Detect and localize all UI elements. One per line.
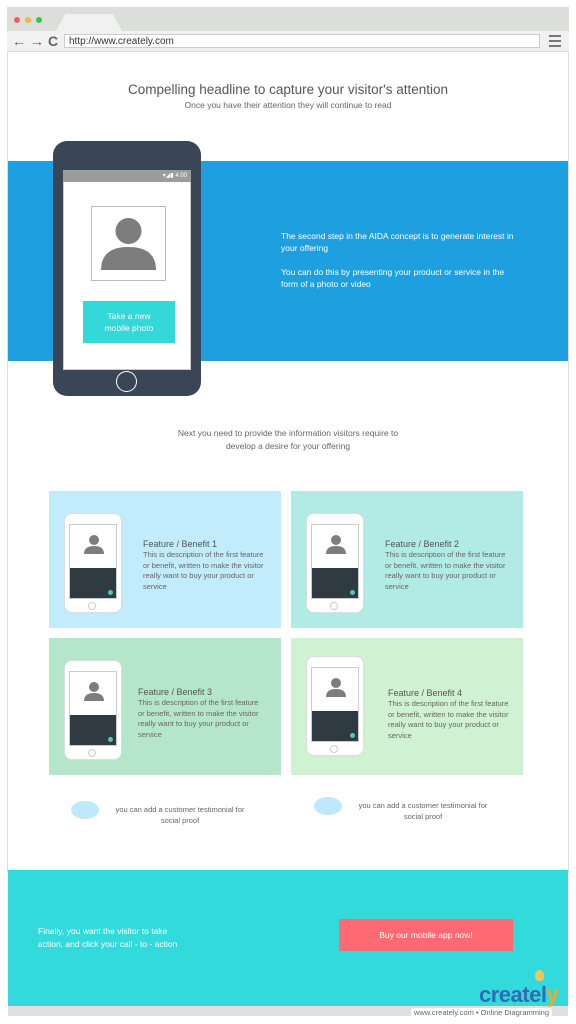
feature-text-2: Feature / Benefit 2 This is description … bbox=[385, 538, 510, 592]
keyboard-icon bbox=[312, 711, 358, 741]
mini-phone-home-button bbox=[330, 602, 338, 610]
feature-description: This is description of the first feature… bbox=[143, 550, 264, 591]
mini-phone-mockup bbox=[306, 513, 364, 613]
desire-line-1: Next you need to provide the information… bbox=[177, 428, 399, 438]
testimonial-1: you can add a customer testimonial for s… bbox=[100, 804, 260, 826]
minimize-window-dot[interactable] bbox=[25, 17, 31, 23]
logo-text-end: y bbox=[546, 982, 559, 1007]
user-avatar-icon bbox=[326, 535, 346, 554]
page-subheadline: Once you have their attention they will … bbox=[184, 100, 392, 110]
mini-phone-mockup bbox=[64, 660, 122, 760]
feature-title: Feature / Benefit 1 bbox=[143, 539, 218, 549]
feature-title: Feature / Benefit 2 bbox=[385, 539, 460, 549]
mini-phone-home-button bbox=[88, 749, 96, 757]
testimonial-2-line-1: you can add a customer testimonial for bbox=[358, 801, 488, 810]
feature-description: This is description of the first feature… bbox=[388, 699, 509, 740]
address-bar[interactable]: http://www.creately.com bbox=[64, 34, 540, 48]
feature-title: Feature / Benefit 3 bbox=[138, 687, 213, 697]
testimonial-1-line-1: you can add a customer testimonial for bbox=[115, 805, 245, 814]
take-photo-label-1: Take a new bbox=[107, 311, 151, 321]
back-arrow-icon[interactable]: ← bbox=[12, 32, 26, 50]
interest-text: The second step in the AIDA concept is t… bbox=[281, 230, 521, 302]
mini-phone-screen bbox=[69, 524, 117, 599]
photo-placeholder bbox=[91, 206, 166, 281]
buy-app-button[interactable]: Buy our mobile app now! bbox=[339, 919, 513, 951]
user-avatar-icon bbox=[326, 678, 346, 697]
keyboard-icon bbox=[312, 568, 358, 598]
keyboard-icon bbox=[70, 568, 116, 598]
mini-phone-mockup bbox=[64, 513, 122, 613]
action-text: Finally, you want the visitor to take ac… bbox=[38, 925, 177, 951]
feature-description: This is description of the first feature… bbox=[138, 698, 259, 739]
mini-phone-screen bbox=[69, 671, 117, 746]
speech-bubble-icon bbox=[314, 797, 342, 815]
testimonial-2-line-2: social proof bbox=[403, 812, 443, 821]
hamburger-menu-icon[interactable] bbox=[549, 35, 561, 47]
keyboard-enter-key bbox=[108, 590, 113, 595]
browser-tab[interactable] bbox=[56, 14, 122, 31]
mini-phone-home-button bbox=[330, 745, 338, 753]
keyboard-icon bbox=[70, 715, 116, 745]
logo-text: createl bbox=[479, 982, 547, 1007]
mini-phone-screen bbox=[311, 524, 359, 599]
phone-home-button bbox=[116, 371, 137, 392]
feature-title: Feature / Benefit 4 bbox=[388, 688, 463, 698]
creately-credit: www.creately.com • Online Diagramming bbox=[411, 1008, 553, 1017]
forward-arrow-icon[interactable]: → bbox=[30, 32, 44, 50]
user-avatar-icon bbox=[84, 535, 104, 554]
take-photo-label-2: mobile photo bbox=[104, 323, 154, 333]
mini-phone-home-button bbox=[88, 602, 96, 610]
creately-logo: creately bbox=[479, 982, 559, 1008]
interest-paragraph-2: You can do this by presenting your produ… bbox=[281, 267, 505, 289]
action-line-2: action, and click your call - to - actio… bbox=[38, 939, 178, 949]
close-window-dot[interactable] bbox=[14, 17, 20, 23]
keyboard-enter-key bbox=[108, 737, 113, 742]
keyboard-enter-key bbox=[350, 590, 355, 595]
mini-phone-mockup bbox=[306, 656, 364, 756]
action-line-1: Finally, you want the visitor to take bbox=[38, 926, 168, 936]
user-avatar-icon bbox=[84, 682, 104, 701]
lightbulb-icon bbox=[535, 970, 544, 981]
user-avatar-icon bbox=[101, 218, 156, 270]
interest-paragraph-1: The second step in the AIDA concept is t… bbox=[281, 231, 514, 253]
feature-description: This is description of the first feature… bbox=[385, 550, 506, 591]
mini-phone-screen bbox=[311, 667, 359, 742]
speech-bubble-icon bbox=[71, 801, 99, 819]
phone-status-bar: ▾◢▮ 4.00 bbox=[63, 170, 191, 182]
desire-text: Next you need to provide the information… bbox=[0, 427, 576, 453]
take-photo-button[interactable]: Take a new mobile photo bbox=[83, 301, 175, 343]
feature-text-3: Feature / Benefit 3 This is description … bbox=[138, 686, 263, 740]
testimonial-2: you can add a customer testimonial for s… bbox=[343, 800, 503, 822]
maximize-window-dot[interactable] bbox=[36, 17, 42, 23]
page-headline: Compelling headline to capture your visi… bbox=[127, 82, 448, 97]
testimonial-1-line-2: social proof bbox=[160, 816, 200, 825]
feature-text-1: Feature / Benefit 1 This is description … bbox=[143, 538, 268, 592]
keyboard-enter-key bbox=[350, 733, 355, 738]
feature-text-4: Feature / Benefit 4 This is description … bbox=[388, 687, 513, 741]
reload-icon[interactable]: C bbox=[48, 32, 58, 50]
desire-line-2: develop a desire for your offering bbox=[225, 441, 351, 451]
